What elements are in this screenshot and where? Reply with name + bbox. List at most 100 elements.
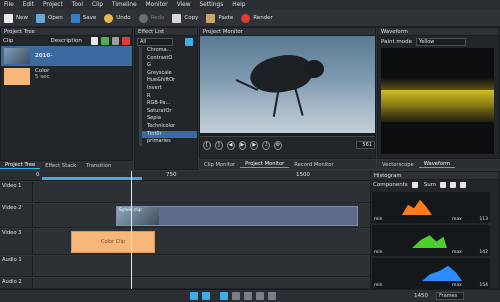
- list-item[interactable]: ContrastO: [139, 54, 197, 63]
- track-video-1: Video 1: [0, 182, 370, 203]
- fit-zoom-icon[interactable]: [268, 292, 276, 300]
- list-item[interactable]: Technicolor: [139, 122, 197, 131]
- list-item[interactable]: Color 5 sec: [1, 68, 132, 88]
- list-item[interactable]: Chroma...: [139, 47, 197, 55]
- left-tabbar: Project Tree Effect Stack Transition: [0, 161, 133, 170]
- list-item[interactable]: primaries: [139, 138, 197, 146]
- open-button[interactable]: Open: [36, 13, 63, 23]
- tab-transition[interactable]: Transition: [81, 163, 116, 169]
- playhead[interactable]: [131, 171, 132, 289]
- track-video-2: Video 2 Sylvie clip: [0, 204, 370, 228]
- menu-clip[interactable]: Clip: [92, 2, 103, 8]
- timecode-unit-select[interactable]: Frames: [436, 292, 464, 300]
- redo-button[interactable]: Redo: [138, 13, 164, 23]
- list-item-selected[interactable]: Tint0r: [139, 130, 197, 139]
- menu-settings[interactable]: Settings: [199, 2, 223, 8]
- settings-icon[interactable]: ⚙: [274, 140, 282, 150]
- paint-mode-select[interactable]: Yellow: [415, 37, 466, 46]
- folder-icon: [36, 13, 45, 23]
- info-icon[interactable]: [185, 37, 193, 46]
- select-tool-icon[interactable]: [220, 292, 228, 300]
- list-item[interactable]: Hue&hiftOr: [139, 77, 197, 85]
- menu-tool[interactable]: Tool: [72, 2, 83, 8]
- list-item[interactable]: Greyscale: [139, 69, 197, 78]
- main-toolbar: New Open Save Undo Redo Copy Paste Rende…: [0, 10, 500, 27]
- undo-button[interactable]: Undo: [104, 13, 131, 23]
- checkbox-icon[interactable]: [90, 37, 99, 45]
- list-item[interactable]: R: [139, 92, 197, 101]
- snap-icon[interactable]: [256, 292, 264, 300]
- paste-button[interactable]: Paste: [206, 13, 233, 23]
- list-item[interactable]: G: [139, 62, 197, 70]
- tab-record-monitor[interactable]: Record Monitor: [289, 162, 338, 168]
- track-label[interactable]: Video 3: [0, 229, 33, 254]
- undo-icon: [104, 13, 114, 23]
- project-tree-header: Clip Description: [1, 36, 132, 46]
- component-y-checkbox[interactable]: [411, 182, 418, 188]
- component-b-checkbox[interactable]: [460, 182, 467, 188]
- hist-min-label: min: [374, 283, 383, 288]
- save-button[interactable]: Save: [70, 13, 96, 23]
- effect-filter-select[interactable]: All: [137, 37, 173, 46]
- rewind-icon[interactable]: ◀: [226, 140, 235, 150]
- list-item[interactable]: Invert: [139, 84, 197, 93]
- copy-button[interactable]: Copy: [172, 13, 198, 23]
- track-label[interactable]: Video 1: [0, 182, 33, 202]
- menu-help[interactable]: Help: [232, 2, 245, 8]
- zoom-out-icon[interactable]: [190, 292, 198, 300]
- set-zone-start-icon[interactable]: [: [203, 140, 211, 150]
- paint-mode-label: Paint mode: [381, 38, 412, 45]
- track-label[interactable]: Video 2: [0, 204, 33, 227]
- col-description[interactable]: Description: [51, 38, 89, 44]
- timecode-field[interactable]: 561: [355, 141, 375, 149]
- video-clip[interactable]: Sylvie clip: [116, 206, 358, 226]
- tab-project-tree[interactable]: Project Tree: [0, 162, 41, 169]
- track-label[interactable]: Audio 2: [0, 278, 33, 288]
- hist-min-label: min: [374, 217, 383, 222]
- list-item[interactable]: SaturatOr: [139, 107, 197, 116]
- menu-file[interactable]: File: [4, 2, 14, 8]
- zone-bar[interactable]: [42, 177, 142, 180]
- histogram-title: Histogram: [371, 172, 499, 180]
- delete-clip-icon[interactable]: [122, 37, 131, 45]
- col-clip[interactable]: Clip: [3, 38, 51, 44]
- menu-view[interactable]: View: [177, 2, 191, 8]
- color-clip[interactable]: Color Clip: [71, 231, 155, 253]
- set-zone-end-icon[interactable]: ]: [214, 140, 223, 150]
- histogram-blue: min max 154: [372, 258, 490, 289]
- tab-vectorscope[interactable]: Vectorscope: [377, 162, 419, 168]
- tab-waveform[interactable]: Waveform: [418, 161, 456, 168]
- add-clip-icon[interactable]: [101, 37, 109, 45]
- ruler-tick-1500: 1500: [296, 172, 310, 178]
- list-item[interactable]: RGB-Pa...: [139, 100, 197, 108]
- tab-clip-monitor[interactable]: Clip Monitor: [199, 162, 240, 168]
- component-r-checkbox[interactable]: [440, 182, 447, 188]
- list-item[interactable]: 2010-: [1, 46, 132, 66]
- color-clip-swatch: [4, 68, 30, 85]
- clip-thumbnail: [4, 48, 30, 64]
- tab-effect-stack[interactable]: Effect Stack: [40, 163, 81, 169]
- timeline-ruler[interactable]: 0 750 1500: [0, 171, 370, 181]
- hist-max-value: 113: [479, 217, 488, 222]
- edit-clip-icon[interactable]: [111, 37, 120, 45]
- menu-project[interactable]: Project: [43, 2, 63, 8]
- effect-list-title: Effect List: [135, 28, 197, 36]
- volume-icon[interactable]: ♪: [262, 140, 271, 150]
- hist-max-value: 142: [479, 250, 488, 255]
- zoom-in-icon[interactable]: [202, 292, 210, 300]
- spacer-tool-icon[interactable]: [244, 292, 252, 300]
- component-g-checkbox[interactable]: [450, 182, 457, 188]
- track-label[interactable]: Audio 1: [0, 256, 33, 276]
- play-icon[interactable]: ▶: [238, 140, 247, 150]
- hist-max-label: max: [452, 217, 462, 222]
- menu-timeline[interactable]: Timeline: [112, 2, 137, 8]
- new-button[interactable]: New: [4, 13, 28, 23]
- track-video-3: Video 3 Color Clip: [0, 229, 370, 255]
- razor-tool-icon[interactable]: [232, 292, 240, 300]
- list-item[interactable]: Sepia: [139, 115, 197, 123]
- render-button[interactable]: Render: [241, 13, 273, 23]
- menu-edit[interactable]: Edit: [23, 2, 34, 8]
- tab-project-monitor[interactable]: Project Monitor: [240, 161, 290, 168]
- forward-icon[interactable]: ▶: [250, 140, 259, 150]
- menu-monitor[interactable]: Monitor: [146, 2, 168, 8]
